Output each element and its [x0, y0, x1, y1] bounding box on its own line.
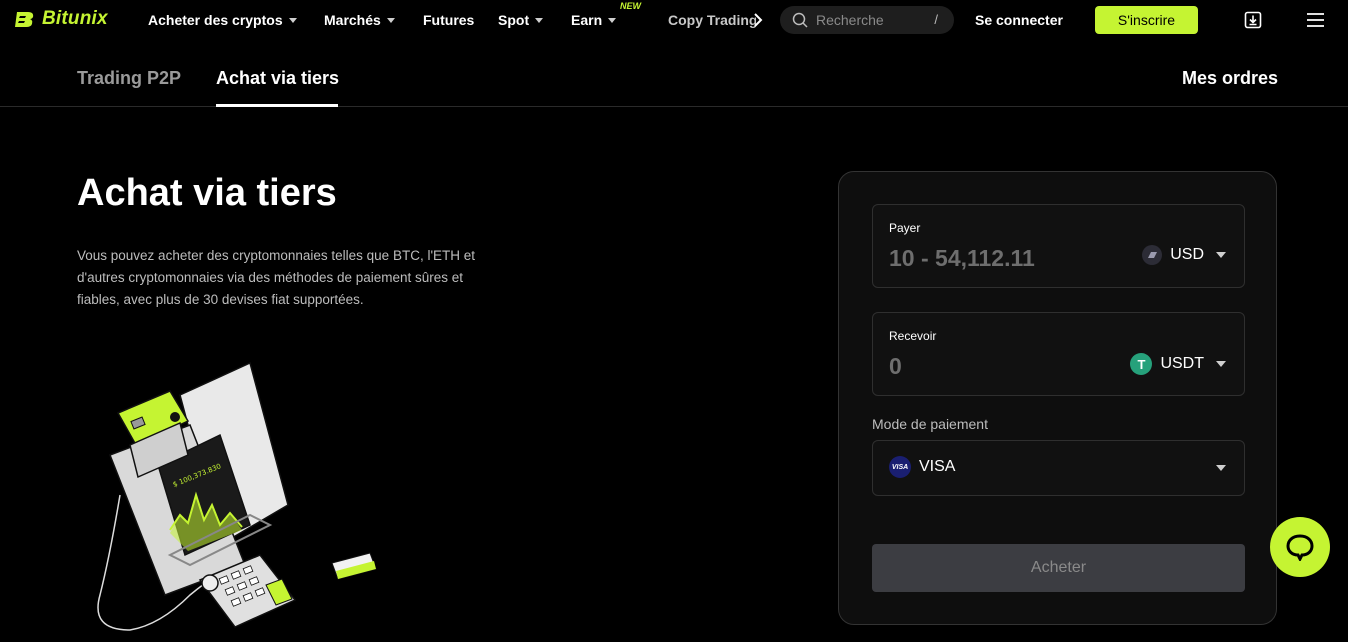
trade-tabs: Trading P2P Achat via tiers Mes ordres [0, 48, 1348, 107]
nav-buy-crypto[interactable]: Acheter des cryptos [148, 12, 297, 28]
payment-method-selector[interactable]: VISA VISA [872, 440, 1245, 496]
chevron-down-icon [535, 17, 544, 23]
payment-method-value: VISA [919, 458, 956, 475]
chevron-down-icon [386, 17, 395, 23]
nav-markets[interactable]: Marchés [324, 12, 395, 28]
active-tab-indicator [216, 104, 338, 107]
top-navigation: Bitunix Acheter des cryptos Marchés Futu… [0, 0, 1348, 40]
chat-bubble-icon [1286, 534, 1314, 561]
pay-label: Payer [889, 221, 921, 235]
receive-currency-code: USDT [1160, 355, 1204, 372]
support-chat-button[interactable] [1270, 517, 1330, 577]
brand-name: Bitunix [42, 8, 108, 29]
nav-copy-trading[interactable]: Copy Trading [668, 12, 756, 28]
receive-field[interactable]: Recevoir 0 T USDT [872, 312, 1245, 396]
pay-field[interactable]: Payer 10 - 54,112.11 USD [872, 204, 1245, 288]
payment-terminal-illustration: $ 100,373.830 [97, 361, 377, 631]
usdt-currency-icon: T [1130, 353, 1153, 375]
my-orders-link[interactable]: Mes ordres [1182, 68, 1278, 89]
nav-futures-label: Futures [423, 12, 475, 28]
brand-logo[interactable]: Bitunix [14, 8, 108, 30]
pay-currency-code: USD [1170, 246, 1204, 263]
tab-p2p-trading[interactable]: Trading P2P [77, 68, 181, 89]
search-shortcut-hint: / [934, 12, 938, 27]
nav-spot[interactable]: Spot [498, 12, 544, 28]
hamburger-menu-icon[interactable] [1307, 13, 1324, 27]
nav-spot-label: Spot [498, 12, 530, 28]
nav-futures[interactable]: Futures [423, 12, 474, 28]
nav-earn[interactable]: Earn [571, 12, 617, 28]
purchase-form-panel: Payer 10 - 54,112.11 USD Recevoir 0 T US… [838, 171, 1277, 625]
pay-amount-input[interactable]: 10 - 54,112.11 [889, 245, 1035, 272]
chevron-down-icon [1216, 465, 1226, 471]
new-badge: NEW [620, 1, 641, 11]
download-app-icon[interactable] [1244, 11, 1262, 29]
chevron-down-icon [608, 17, 617, 23]
login-link[interactable]: Se connecter [975, 12, 1063, 28]
usd-currency-icon [1142, 245, 1163, 265]
search-box[interactable]: Recherche / [780, 6, 954, 34]
tab-third-party-purchase[interactable]: Achat via tiers [216, 68, 339, 89]
nav-buy-crypto-label: Acheter des cryptos [148, 12, 283, 28]
page-description: Vous pouvez acheter des cryptomonnaies t… [77, 248, 476, 307]
payment-method-label: Mode de paiement [872, 416, 988, 432]
chevron-right-icon[interactable] [752, 11, 764, 29]
nav-markets-label: Marchés [324, 12, 381, 28]
nav-earn-label: Earn [571, 12, 603, 28]
receive-currency-selector[interactable]: T USDT [1130, 353, 1226, 375]
chevron-down-icon [1216, 252, 1226, 258]
receive-label: Recevoir [889, 329, 937, 343]
search-icon [792, 12, 808, 28]
signup-button[interactable]: S'inscrire [1095, 6, 1198, 34]
chevron-down-icon [1216, 361, 1226, 367]
buy-button[interactable]: Acheter [872, 544, 1245, 592]
bitunix-logo-icon [15, 12, 34, 27]
payment-method-selected: VISA VISA [889, 456, 955, 478]
visa-icon: VISA [889, 456, 911, 478]
search-input[interactable]: Recherche [816, 12, 884, 28]
receive-amount-input[interactable]: 0 [889, 353, 902, 380]
pay-currency-selector[interactable]: USD [1142, 245, 1226, 265]
page-title: Achat via tiers [77, 172, 337, 214]
chevron-down-icon [288, 17, 297, 23]
